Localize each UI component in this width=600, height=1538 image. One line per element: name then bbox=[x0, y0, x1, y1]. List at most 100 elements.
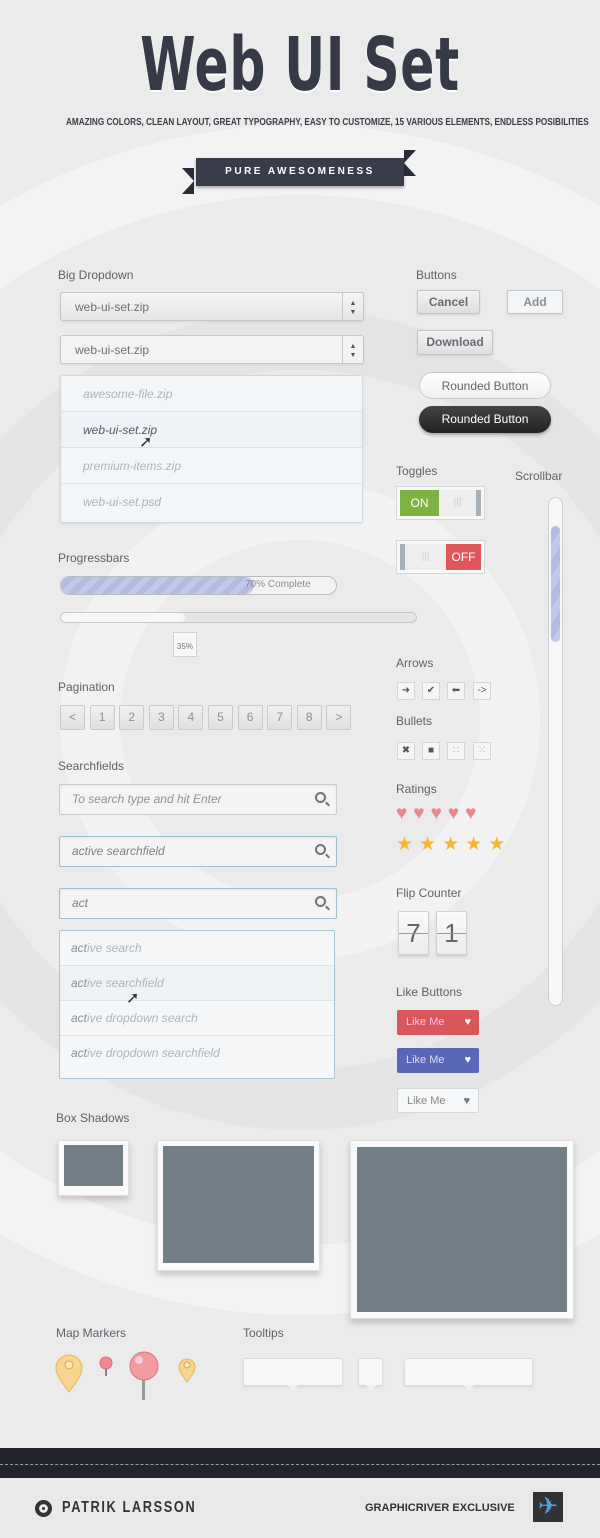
arrow-right-icon[interactable]: ➜ bbox=[397, 682, 415, 700]
page-subtitle: AMAZING COLORS, CLEAN LAYOUT, GREAT TYPO… bbox=[66, 116, 589, 128]
cursor-icon: ➚ bbox=[139, 434, 153, 451]
page-next-button[interactable]: > bbox=[326, 705, 352, 730]
search-input[interactable]: To search type and hit Enter bbox=[59, 784, 337, 815]
heart-icon[interactable]: ♥ bbox=[465, 803, 476, 825]
dropdown-select-open[interactable]: web-ui-set.zip ▲ ▼ bbox=[60, 335, 364, 364]
slider-track[interactable] bbox=[60, 612, 417, 623]
search-icon[interactable] bbox=[315, 844, 326, 855]
ribbon-banner: PURE AWESOMENESS bbox=[196, 158, 404, 186]
heart-rating[interactable]: ♥ ♥ ♥ ♥ ♥ bbox=[396, 803, 476, 825]
progress-text: 70% Complete bbox=[245, 579, 311, 590]
dropdown-option-hovered[interactable]: web-ui-set.zip bbox=[61, 412, 362, 448]
heart-icon[interactable]: ♥ bbox=[431, 803, 442, 825]
updown-chevron-icon: ▲ ▼ bbox=[342, 293, 363, 320]
suggestion-item[interactable]: active dropdown search bbox=[60, 1001, 334, 1036]
map-markers-section-label: Map Markers bbox=[56, 1326, 127, 1340]
tooltip bbox=[404, 1358, 533, 1391]
suggestion-item-hovered[interactable]: active searchfield bbox=[60, 966, 334, 1001]
push-pin-icon bbox=[129, 1351, 159, 1400]
search-icon[interactable] bbox=[315, 896, 326, 907]
arrow-left-icon[interactable]: ⬅ bbox=[447, 682, 465, 700]
search-input-active[interactable]: active searchfield bbox=[59, 836, 337, 867]
dash-arrow-icon[interactable]: -> bbox=[473, 682, 491, 700]
graphicriver-fish-icon: ✈ bbox=[533, 1492, 563, 1522]
tooltip bbox=[358, 1358, 383, 1391]
toggles-section-label: Toggles bbox=[396, 464, 438, 478]
star-icon[interactable]: ★ bbox=[396, 833, 413, 856]
rounded-button-dark[interactable]: Rounded Button bbox=[419, 406, 551, 433]
scrollbar-section-label: Scrollbar bbox=[515, 469, 563, 483]
like-label: Like Me bbox=[407, 1095, 446, 1107]
scatter-icon[interactable]: ⁙ bbox=[473, 742, 491, 760]
check-icon[interactable]: ✔ bbox=[422, 682, 440, 700]
star-icon[interactable]: ★ bbox=[488, 833, 505, 856]
page-title: Web UI Set bbox=[140, 22, 460, 108]
dropdown-option[interactable]: web-ui-set.psd bbox=[61, 484, 362, 520]
suggestion-item[interactable]: active dropdown searchfield bbox=[60, 1036, 334, 1071]
dropdown-option[interactable]: premium-items.zip bbox=[61, 448, 362, 484]
page-button[interactable]: 2 bbox=[119, 705, 145, 730]
like-button-plain[interactable]: Like Me ♥ bbox=[397, 1088, 479, 1113]
bullets-section-label: Bullets bbox=[396, 714, 433, 728]
suggestion-item[interactable]: active search bbox=[60, 931, 334, 966]
progress-bar: 70% Complete bbox=[60, 576, 337, 595]
page-prev-button[interactable]: < bbox=[60, 705, 85, 730]
dropdown-menu: awesome-file.zip web-ui-set.zip premium-… bbox=[60, 375, 363, 523]
add-button[interactable]: Add bbox=[507, 290, 563, 314]
cursor-icon: ➚ bbox=[126, 990, 140, 1007]
heart-icon[interactable]: ♥ bbox=[396, 803, 407, 825]
map-pin-icon bbox=[178, 1358, 196, 1383]
heart-icon: ♥ bbox=[464, 1016, 471, 1028]
download-button[interactable]: Download bbox=[417, 330, 493, 355]
search-input-autocomplete[interactable]: act bbox=[59, 888, 337, 919]
dropdown-select[interactable]: web-ui-set.zip ▲ ▼ bbox=[60, 292, 364, 321]
like-button-red[interactable]: Like Me ♥ bbox=[397, 1010, 479, 1035]
cross-icon[interactable]: ✖ bbox=[397, 742, 415, 760]
cancel-button[interactable]: Cancel bbox=[417, 290, 480, 314]
graphicriver-badge: GRAPHICRIVER EXCLUSIVE bbox=[365, 1502, 515, 1514]
toggle-on-label: ON bbox=[400, 490, 439, 516]
page-button[interactable]: 7 bbox=[267, 705, 293, 730]
shadow-box-small bbox=[58, 1140, 129, 1196]
updown-chevron-icon: ▲ ▼ bbox=[342, 336, 363, 363]
author-name: PATRIK LARSSON bbox=[62, 1499, 197, 1516]
search-value: active searchfield bbox=[72, 844, 165, 858]
page-button[interactable]: 5 bbox=[207, 705, 233, 730]
progress-fill bbox=[61, 577, 254, 594]
like-section-label: Like Buttons bbox=[396, 985, 463, 999]
heart-icon[interactable]: ♥ bbox=[448, 803, 459, 825]
slider-value-tag[interactable]: 35% bbox=[172, 632, 197, 657]
flip-digit: 1 bbox=[436, 911, 467, 955]
footer: PATRIK LARSSON GRAPHICRIVER EXCLUSIVE ✈ bbox=[0, 1478, 600, 1538]
box-shadows-section-label: Box Shadows bbox=[56, 1111, 130, 1125]
page-button[interactable]: 1 bbox=[89, 705, 115, 730]
author-logo-icon bbox=[35, 1500, 52, 1517]
search-suggestions: active search active searchfield active … bbox=[59, 930, 335, 1079]
page-button[interactable]: 8 bbox=[296, 705, 322, 730]
push-pin-icon bbox=[99, 1356, 113, 1376]
toggle-on[interactable]: ON ||| bbox=[396, 486, 485, 520]
page-button[interactable]: 3 bbox=[148, 705, 174, 730]
search-icon[interactable] bbox=[315, 792, 326, 803]
arrows-section-label: Arrows bbox=[396, 656, 434, 670]
scrollbar-thumb[interactable] bbox=[551, 526, 560, 642]
square-icon[interactable]: ■ bbox=[422, 742, 440, 760]
tooltip bbox=[243, 1358, 343, 1391]
like-label: Like Me bbox=[406, 1054, 445, 1066]
toggle-knob: ||| bbox=[439, 490, 481, 516]
rounded-button-light[interactable]: Rounded Button bbox=[419, 372, 551, 399]
star-rating[interactable]: ★ ★ ★ ★ ★ bbox=[396, 833, 505, 856]
scrollbar-track[interactable] bbox=[548, 497, 563, 1006]
page-button[interactable]: 4 bbox=[178, 705, 204, 730]
toggle-off[interactable]: ||| OFF bbox=[396, 540, 485, 574]
dropdown-option[interactable]: awesome-file.zip bbox=[61, 376, 362, 412]
dots-icon[interactable]: ∷ bbox=[447, 742, 465, 760]
like-button-blue[interactable]: Like Me ♥ bbox=[397, 1048, 479, 1073]
like-label: Like Me bbox=[406, 1016, 445, 1028]
ratings-section-label: Ratings bbox=[396, 782, 437, 796]
page-button[interactable]: 6 bbox=[237, 705, 263, 730]
star-icon[interactable]: ★ bbox=[442, 833, 459, 856]
star-icon[interactable]: ★ bbox=[419, 833, 436, 856]
heart-icon[interactable]: ♥ bbox=[413, 803, 424, 825]
star-icon[interactable]: ★ bbox=[465, 833, 482, 856]
